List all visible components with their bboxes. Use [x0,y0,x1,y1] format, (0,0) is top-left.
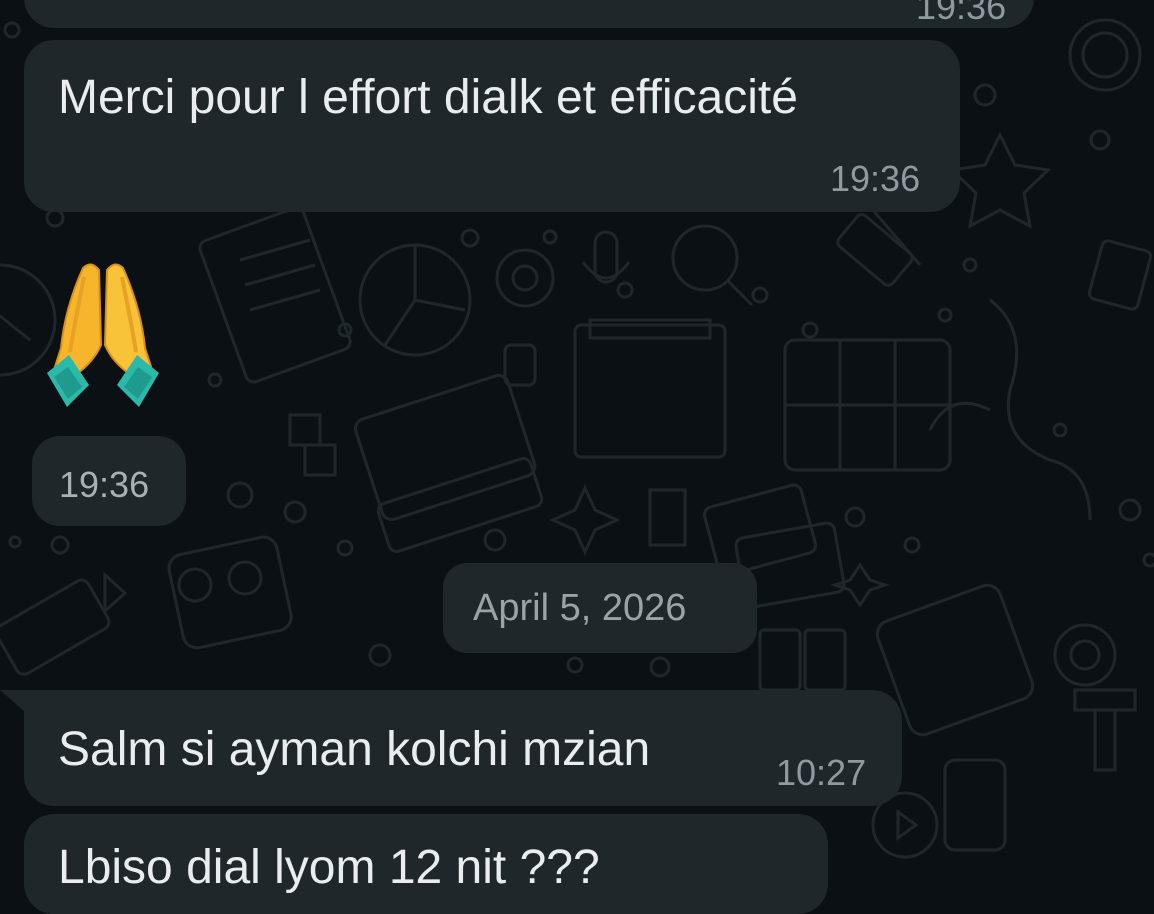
message-bubble-cut[interactable]: Lbiso dial lyom 12 nit ??? [24,814,828,914]
message-bubble-merci[interactable]: Merci pour l effort dialk et efficacité … [24,40,960,212]
message-emoji[interactable] [44,255,162,415]
message-timestamp: 10:27 [776,752,867,793]
message-timestamp: 19:36 [916,0,1007,27]
message-timestamp: 19:36 [59,464,150,505]
message-text: Salm si ayman kolchi mzian [58,723,651,776]
date-separator: April 5, 2026 [443,563,757,653]
message-timestamp: 19:36 [830,158,921,199]
folded-hands-icon [47,263,159,407]
emoji-timestamp-chip: 19:36 [32,436,186,526]
message-bubble-previous[interactable]: 19:36 [24,0,1034,28]
date-separator-label: April 5, 2026 [473,587,687,629]
message-text: Merci pour l effort dialk et efficacité [58,71,798,124]
message-text: Lbiso dial lyom 12 nit ??? [58,841,600,894]
message-bubble-salm[interactable]: Salm si ayman kolchi mzian 10:27 [24,690,902,806]
